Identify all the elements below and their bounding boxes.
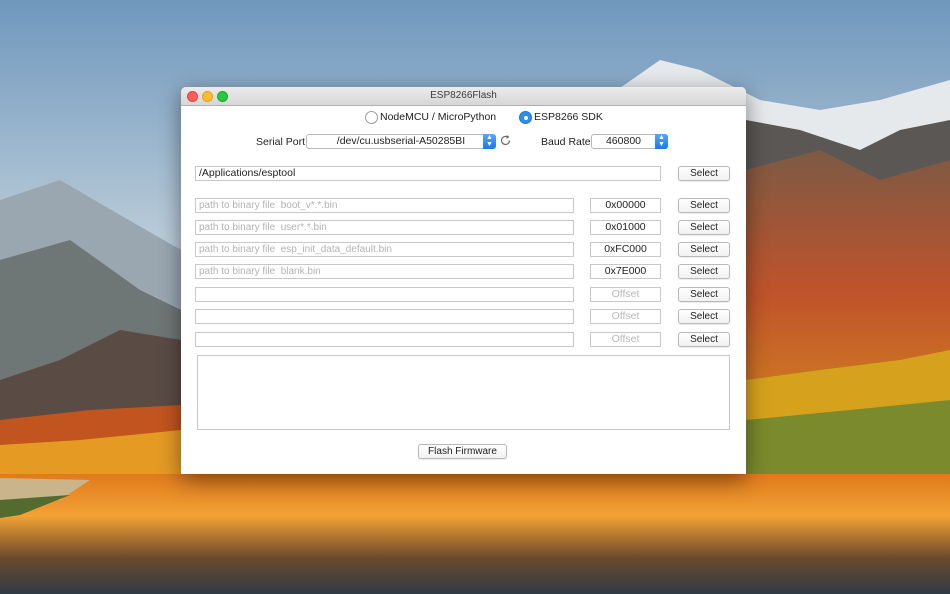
binary-path-field[interactable] xyxy=(195,220,574,235)
esptool-select-button[interactable]: Select xyxy=(678,166,730,181)
binary-select-button[interactable]: Select xyxy=(678,264,730,279)
binary-path-field[interactable] xyxy=(195,287,574,302)
refresh-icon[interactable] xyxy=(499,134,512,147)
binary-offset-field[interactable]: Offset xyxy=(590,309,661,324)
baud-rate-label: Baud Rate xyxy=(541,136,591,148)
radio-esp8266-sdk-label[interactable]: ESP8266 SDK xyxy=(534,111,603,123)
binary-offset-field[interactable]: 0x00000 xyxy=(590,198,661,213)
binary-offset-field[interactable]: 0x7E000 xyxy=(590,264,661,279)
radio-nodemcu[interactable] xyxy=(365,111,378,124)
serial-port-select[interactable]: /dev/cu.usbserial-A50285BI ▲ ▼ xyxy=(306,134,496,149)
title-bar[interactable]: ESP8266Flash xyxy=(181,87,746,106)
updown-chevron-icon: ▲ ▼ xyxy=(655,134,668,149)
serial-port-value: /dev/cu.usbserial-A50285BI xyxy=(336,135,466,147)
binary-path-field[interactable] xyxy=(195,332,574,347)
binary-select-button[interactable]: Select xyxy=(678,198,730,213)
radio-esp8266-sdk[interactable] xyxy=(519,111,532,124)
output-log[interactable] xyxy=(197,355,730,430)
updown-chevron-icon: ▲ ▼ xyxy=(483,134,496,149)
app-window: ESP8266Flash NodeMCU / MicroPython ESP82… xyxy=(181,87,746,474)
baud-rate-select[interactable]: 460800 ▲ ▼ xyxy=(591,134,668,149)
flash-firmware-button[interactable]: Flash Firmware xyxy=(418,444,507,459)
binary-path-field[interactable] xyxy=(195,242,574,257)
binary-path-field[interactable] xyxy=(195,198,574,213)
window-title: ESP8266Flash xyxy=(430,90,497,101)
binary-select-button[interactable]: Select xyxy=(678,309,730,324)
radio-nodemcu-label[interactable]: NodeMCU / MicroPython xyxy=(380,111,496,123)
binary-select-button[interactable]: Select xyxy=(678,287,730,302)
binary-path-field[interactable] xyxy=(195,264,574,279)
baud-rate-value: 460800 xyxy=(605,135,642,147)
serial-port-label: Serial Port xyxy=(256,136,306,148)
binary-select-button[interactable]: Select xyxy=(678,220,730,235)
mode-radio-group: NodeMCU / MicroPython ESP8266 SDK xyxy=(181,110,746,124)
binary-offset-field[interactable]: Offset xyxy=(590,287,661,302)
binary-path-field[interactable] xyxy=(195,309,574,324)
binary-select-button[interactable]: Select xyxy=(678,332,730,347)
esptool-path-field[interactable]: /Applications/esptool xyxy=(195,166,661,181)
binary-offset-field[interactable]: 0x01000 xyxy=(590,220,661,235)
binary-offset-field[interactable]: Offset xyxy=(590,332,661,347)
binary-select-button[interactable]: Select xyxy=(678,242,730,257)
binary-offset-field[interactable]: 0xFC000 xyxy=(590,242,661,257)
